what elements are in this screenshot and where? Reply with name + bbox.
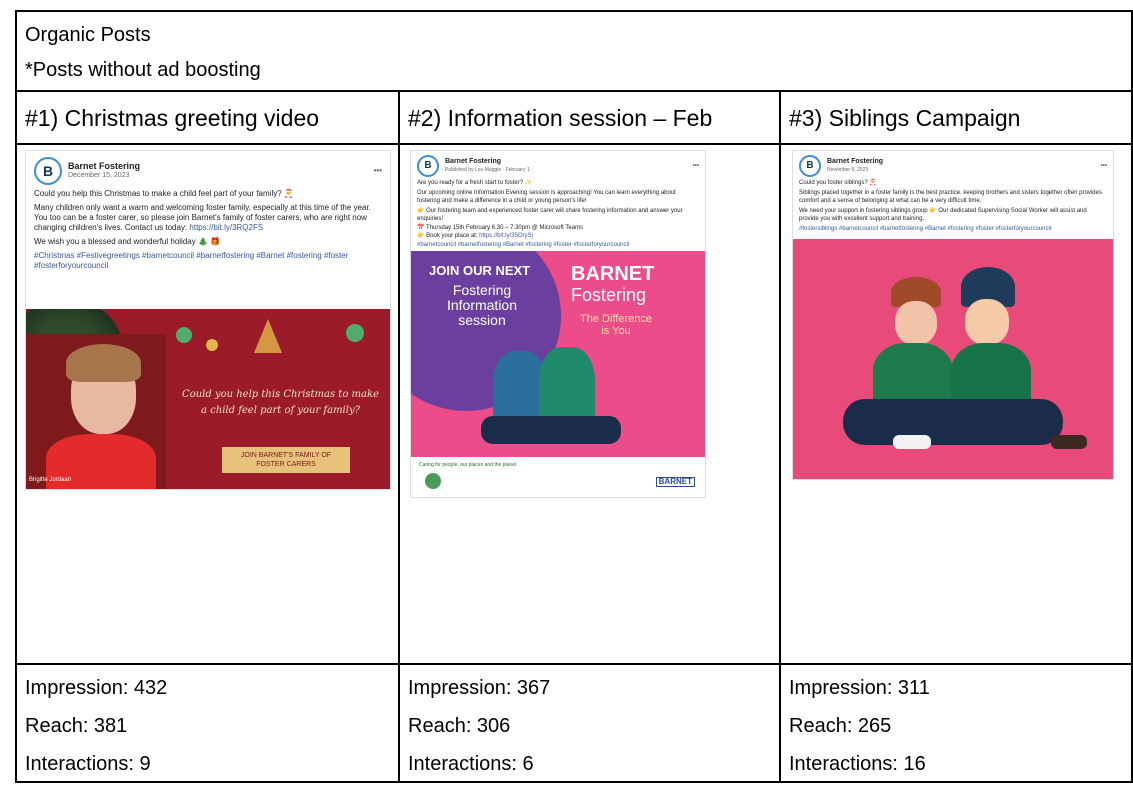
- child-face: [895, 301, 937, 345]
- post-text: 📅 Thursday 15th February 6.30 – 7.30pm @…: [417, 225, 584, 231]
- post-text: Siblings placed together in a foster fam…: [799, 190, 1102, 204]
- post-text: Could you foster siblings? 🎅: [799, 180, 877, 186]
- post-text: We wish you a blessed and wonderful holi…: [34, 237, 221, 246]
- shoe: [1051, 435, 1087, 449]
- page-name: Barnet Fostering: [68, 161, 141, 171]
- speaker-name: Brigitte Jordaan: [29, 477, 72, 483]
- post-card-christmas[interactable]: B Barnet Fostering December 15, 2023 · •…: [25, 150, 391, 490]
- post-text: We need your support in fostering siblin…: [799, 208, 1087, 222]
- stats-cell-2: Impression: 367 Reach: 306 Interactions:…: [400, 665, 779, 787]
- column-heading-3: #3) Siblings Campaign: [781, 92, 1133, 145]
- post-body: 👉 Book your place at:: [417, 233, 480, 239]
- shoe: [893, 435, 931, 449]
- barnet-logo-icon: B: [799, 155, 821, 177]
- interactions-stat: Interactions: 16: [789, 753, 926, 775]
- poster-tagline: The Difference is You: [580, 313, 652, 337]
- reach-stat: Reach: 265: [789, 715, 892, 737]
- posts-table: Organic Posts *Posts without ad boosting…: [15, 10, 1133, 783]
- more-options-icon[interactable]: •••: [374, 166, 382, 176]
- christmas-script: Could you help this Christmas to make a …: [182, 389, 379, 416]
- footer-logo: BARNET: [655, 477, 695, 487]
- more-options-icon[interactable]: •••: [693, 162, 699, 170]
- globe-icon: [425, 473, 441, 489]
- stats-cell-1: Impression: 432 Reach: 381 Interactions:…: [17, 665, 398, 787]
- reach-stat: Reach: 381: [25, 715, 128, 737]
- page-name: Barnet Fostering: [827, 158, 884, 165]
- ornament-icon: [346, 324, 364, 342]
- post-text: Many children only want a warm and welco…: [26, 201, 390, 235]
- page-title: Organic Posts: [25, 24, 151, 46]
- ornament-icon: [206, 339, 218, 351]
- impression-stat: Impression: 432: [25, 677, 168, 699]
- video-thumbnail[interactable]: Brigitte Jordaan Could you help this Chr…: [26, 309, 390, 489]
- table-header: Organic Posts *Posts without ad boosting: [17, 12, 1133, 92]
- presenter: [26, 334, 166, 489]
- post-link[interactable]: https://bit.ly/35OrySj: [479, 233, 533, 239]
- post-hashtags[interactable]: #barnetcouncil #barnetfostering #Barnet …: [411, 240, 705, 250]
- barnet-logo-icon: B: [34, 157, 62, 185]
- column-heading-2: #2) Information session – Feb: [400, 92, 779, 145]
- page-subtitle: *Posts without ad boosting: [25, 59, 261, 81]
- poster-brand-2: Fostering: [571, 285, 647, 305]
- post-text: Our upcoming online Information Evening …: [417, 190, 676, 204]
- post-card-siblings[interactable]: B Barnet Fostering November 6, 2023 · ••…: [792, 150, 1114, 480]
- post-link[interactable]: https://bit.ly/3RQ2FS: [189, 223, 263, 232]
- poster-footer: Caring for people, our places and the pl…: [411, 457, 705, 497]
- poster-join: JOIN OUR NEXT: [429, 263, 531, 278]
- page-name: Barnet Fostering: [445, 158, 502, 165]
- reach-stat: Reach: 306: [408, 715, 511, 737]
- post-text: Are you ready for a fresh start to foste…: [417, 180, 533, 186]
- post-date: Published by Lou Maggie · February 1 ·: [445, 167, 533, 173]
- child-legs: [481, 416, 621, 444]
- post-hashtags[interactable]: #Christmas #Festivegreetings #barnetcoun…: [26, 249, 390, 273]
- post-date: December 15, 2023 ·: [68, 172, 134, 179]
- barnet-logo-icon: B: [417, 155, 439, 177]
- poster-title: Fostering Information session: [446, 282, 518, 328]
- stats-cell-3: Impression: 311 Reach: 265 Interactions:…: [781, 665, 1133, 787]
- post-hashtags[interactable]: #fostersiblings #barnetcouncil #barnetfo…: [793, 224, 1113, 234]
- tree-icon: [254, 319, 282, 353]
- impression-stat: Impression: 311: [789, 677, 930, 699]
- poster-image[interactable]: JOIN OUR NEXT Fostering Information sess…: [411, 251, 705, 497]
- more-options-icon[interactable]: •••: [1101, 162, 1107, 170]
- post-date: November 6, 2023 ·: [827, 167, 872, 173]
- siblings-photo[interactable]: [793, 239, 1113, 479]
- child-face: [965, 299, 1009, 345]
- interactions-stat: Interactions: 9: [25, 753, 151, 775]
- join-banner: JOIN BARNET'S FAMILY OF FOSTER CARERS: [222, 447, 350, 473]
- post-text: 👉 Our fostering team and experienced fos…: [417, 208, 683, 222]
- poster-brand-1: BARNET: [571, 263, 655, 285]
- child-legs: [843, 399, 1063, 445]
- interactions-stat: Interactions: 6: [408, 753, 534, 775]
- post-text: Could you help this Christmas to make a …: [34, 189, 294, 198]
- post-card-info-session[interactable]: B Barnet Fostering Published by Lou Magg…: [410, 150, 706, 498]
- post-text: 👉 Book your place at: https://bit.ly/35O…: [411, 232, 705, 240]
- ornament-icon: [176, 327, 192, 343]
- footer-text: Caring for people, our places and the pl…: [419, 462, 517, 468]
- column-heading-1: #1) Christmas greeting video: [17, 92, 398, 145]
- impression-stat: Impression: 367: [408, 677, 551, 699]
